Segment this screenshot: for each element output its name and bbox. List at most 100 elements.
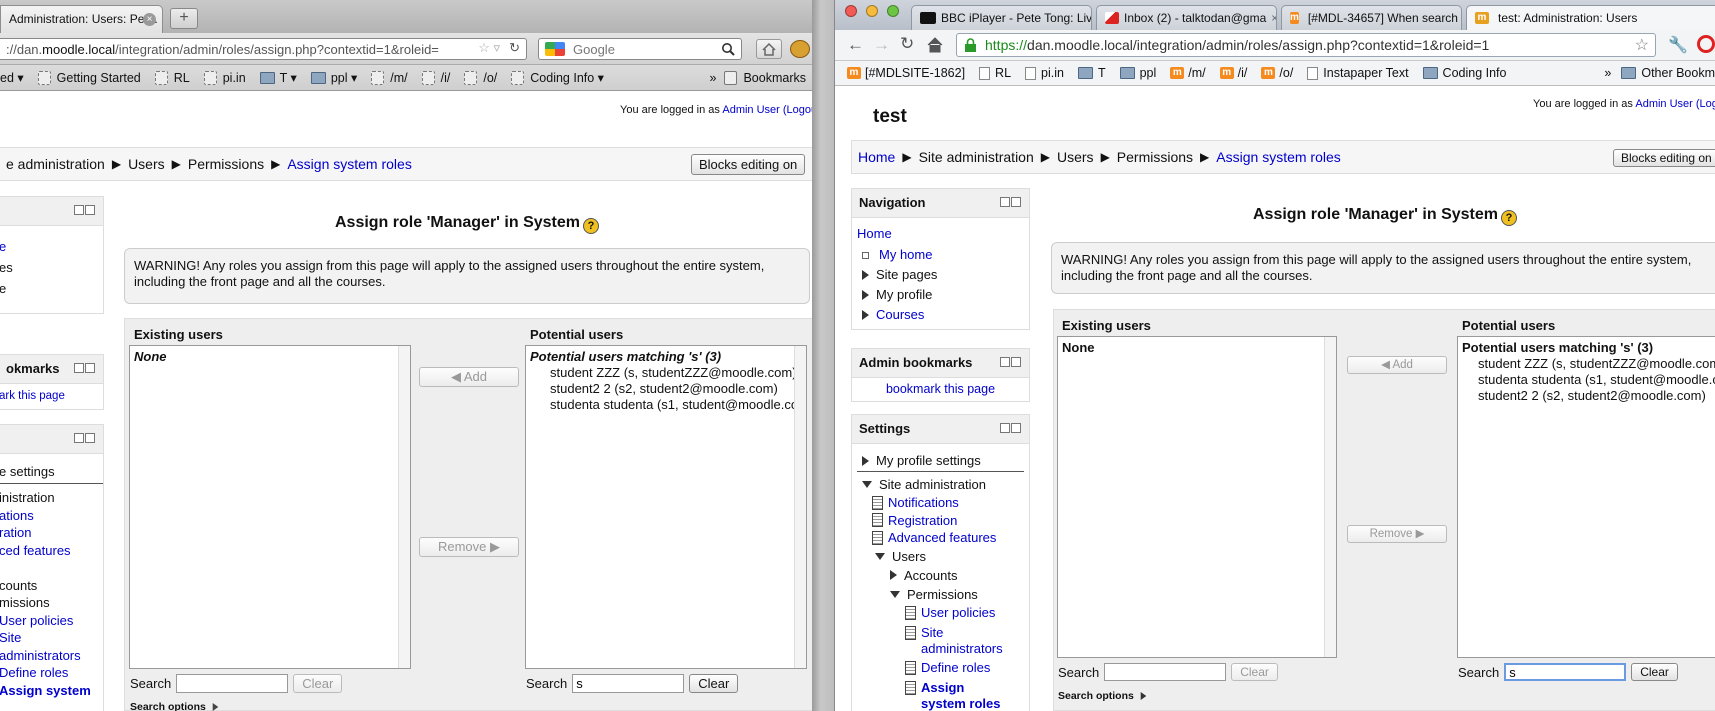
cr-bookmark-item[interactable]: m/o/: [1261, 66, 1293, 80]
potential-user-option[interactable]: student2 2 (s2, student2@moodle.com): [530, 381, 802, 397]
blocks-editing-button[interactable]: Blocks editing on: [1613, 149, 1715, 167]
ff-settings-item[interactable]: ration: [0, 523, 103, 541]
ff-reload-icon[interactable]: ↻: [509, 40, 520, 56]
ff-home-button[interactable]: [756, 39, 782, 59]
ff-nav-item[interactable]: e: [0, 278, 103, 299]
crumb-item[interactable]: Users: [1057, 149, 1094, 165]
clear-potential-button[interactable]: Clear: [1631, 663, 1678, 681]
add-button[interactable]: ◀ Add: [1347, 356, 1447, 374]
ff-new-tab-button[interactable]: +: [170, 8, 198, 29]
scrollbar[interactable]: [1324, 337, 1336, 657]
ff-tab-active[interactable]: Administration: Users: Per... ×: [0, 5, 163, 33]
cr-bookmark-item[interactable]: m [#MDLSITE-1862]: [847, 66, 965, 80]
ff-settings-item[interactable]: missions: [0, 593, 103, 611]
nav-item[interactable]: My profile: [857, 285, 1024, 305]
ff-settings-item[interactable]: administrators: [0, 646, 103, 664]
cr-bookmark-folder[interactable]: Coding Info: [1422, 66, 1506, 80]
block-controls[interactable]: [1000, 357, 1021, 367]
existing-users-list[interactable]: None: [129, 345, 411, 669]
settings-my-profile[interactable]: My profile settings: [857, 450, 1024, 472]
login-user-link[interactable]: Admin User: [1635, 98, 1692, 110]
block-controls[interactable]: [1000, 197, 1021, 207]
ff-bookmark-item[interactable]: /i/: [421, 70, 450, 85]
bookmark-this-page-link[interactable]: ark this page: [0, 384, 103, 402]
cr-bookmark-item[interactable]: pi.in: [1025, 66, 1064, 80]
ff-bookmarks-menu[interactable]: » Bookmarks: [710, 70, 806, 85]
cr-tab[interactable]: BBC iPlayer - Pete Tong: Liv×: [911, 5, 1092, 30]
ff-bookmark-item[interactable]: RL: [154, 70, 190, 85]
ff-bookmark-item[interactable]: Getting Started: [37, 70, 141, 85]
cr-omnibox[interactable]: https://dan.moodle.local/integration/adm…: [956, 33, 1656, 57]
crumb-item[interactable]: Site administration: [919, 149, 1034, 165]
search-options-toggle[interactable]: Search options: [1058, 690, 1154, 702]
settings-link-item[interactable]: Registration: [872, 512, 1024, 530]
cr-tab[interactable]: Inbox (2) - talktodan@gma ×: [1096, 5, 1277, 30]
logout-link[interactable]: (Logo: [1696, 98, 1715, 110]
potential-user-option[interactable]: studenta studenta (s1, student@moodle.co…: [530, 397, 806, 413]
crumb-item[interactable]: Permissions: [1117, 149, 1193, 165]
potential-users-list[interactable]: Potential users matching 's' (3) student…: [1457, 336, 1715, 658]
zoom-window-icon[interactable]: [887, 5, 899, 17]
settings-users[interactable]: Users: [857, 547, 1024, 566]
search-potential-input[interactable]: [1504, 663, 1627, 681]
settings-link-item[interactable]: Notifications: [872, 494, 1024, 512]
settings-site-administrators[interactable]: Site administrators: [905, 623, 1024, 659]
ff-url-bar[interactable]: ://dan.moodle.local/integration/admin/ro…: [0, 38, 527, 60]
cr-bookmark-item[interactable]: Instapaper Text: [1307, 66, 1409, 80]
cr-tab-active[interactable]: m test: Administration: Users: [1466, 5, 1715, 30]
potential-users-list[interactable]: Potential users matching 's' (3) student…: [525, 345, 807, 669]
back-icon[interactable]: ←: [847, 35, 864, 55]
settings-user-policies[interactable]: User policies: [905, 604, 1024, 623]
ff-bookmark-item[interactable]: ed ▾: [0, 70, 24, 85]
search-existing-input[interactable]: [176, 674, 289, 693]
ff-settings-item[interactable]: ations: [0, 506, 103, 524]
home-icon[interactable]: [926, 36, 944, 54]
tab-close-icon[interactable]: ×: [1271, 11, 1276, 25]
ff-addon-icon[interactable]: [790, 40, 810, 58]
close-window-icon[interactable]: [845, 5, 857, 17]
clear-potential-button[interactable]: Clear: [689, 674, 739, 693]
cr-bookmark-folder[interactable]: T: [1077, 66, 1106, 80]
ff-star-icon[interactable]: ☆ ▿: [478, 40, 500, 56]
ff-search-box[interactable]: Google: [538, 38, 742, 60]
crumb-item[interactable]: Users: [128, 156, 165, 172]
wrench-icon[interactable]: 🔧: [1668, 35, 1688, 55]
extension-icon[interactable]: [1697, 35, 1715, 53]
block-controls[interactable]: [1000, 423, 1021, 433]
help-icon[interactable]: ?: [583, 218, 599, 234]
remove-button[interactable]: Remove ▶: [419, 537, 519, 557]
ff-settings-item[interactable]: inistration: [0, 488, 103, 506]
cr-other-bookmarks[interactable]: » Other Bookm: [1604, 66, 1715, 80]
settings-accounts[interactable]: Accounts: [857, 566, 1024, 585]
ff-settings-item[interactable]: counts: [0, 576, 103, 594]
scrollbar[interactable]: [398, 346, 410, 668]
reload-icon[interactable]: ↻: [900, 34, 914, 54]
ff-settings-item[interactable]: Assign system: [0, 681, 103, 699]
ff-bookmark-folder[interactable]: ppl ▾: [310, 70, 357, 85]
ff-tab-close-icon[interactable]: ×: [143, 13, 156, 26]
remove-button[interactable]: Remove ▶: [1347, 525, 1447, 543]
site-title[interactable]: test: [873, 106, 907, 128]
block-controls[interactable]: [74, 433, 95, 443]
cr-bookmark-folder[interactable]: ppl: [1119, 66, 1156, 80]
ff-nav-item[interactable]: es: [0, 257, 103, 278]
star-icon[interactable]: ☆: [1635, 35, 1649, 55]
login-user-link[interactable]: Admin User: [722, 104, 779, 116]
potential-user-option[interactable]: student ZZZ (s, studentZZZ@moodle.com): [530, 365, 802, 381]
crumb-current-link[interactable]: Assign system roles: [287, 156, 411, 172]
clear-existing-button[interactable]: Clear: [1231, 663, 1278, 681]
cr-bookmark-item[interactable]: m/m/: [1170, 66, 1206, 80]
settings-site-admin[interactable]: Site administration: [857, 475, 1024, 494]
ff-settings-item[interactable]: [0, 558, 103, 576]
settings-define-roles[interactable]: Define roles: [905, 659, 1024, 678]
settings-assign-system-roles[interactable]: Assign system roles: [905, 678, 1024, 711]
existing-users-list[interactable]: None: [1057, 336, 1337, 658]
cr-tab[interactable]: m[#MDL-34657] When search×: [1281, 5, 1462, 30]
ff-bookmark-folder[interactable]: T ▾: [259, 70, 297, 85]
settings-link-item[interactable]: Advanced features: [872, 529, 1024, 547]
crumb-current-link[interactable]: Assign system roles: [1216, 149, 1340, 165]
nav-home-link[interactable]: Home: [857, 223, 1024, 245]
ff-settings-item[interactable]: Site: [0, 628, 103, 646]
potential-user-option[interactable]: studenta studenta (s1, student@moodle.co…: [1462, 372, 1715, 388]
search-potential-input[interactable]: [572, 674, 685, 693]
